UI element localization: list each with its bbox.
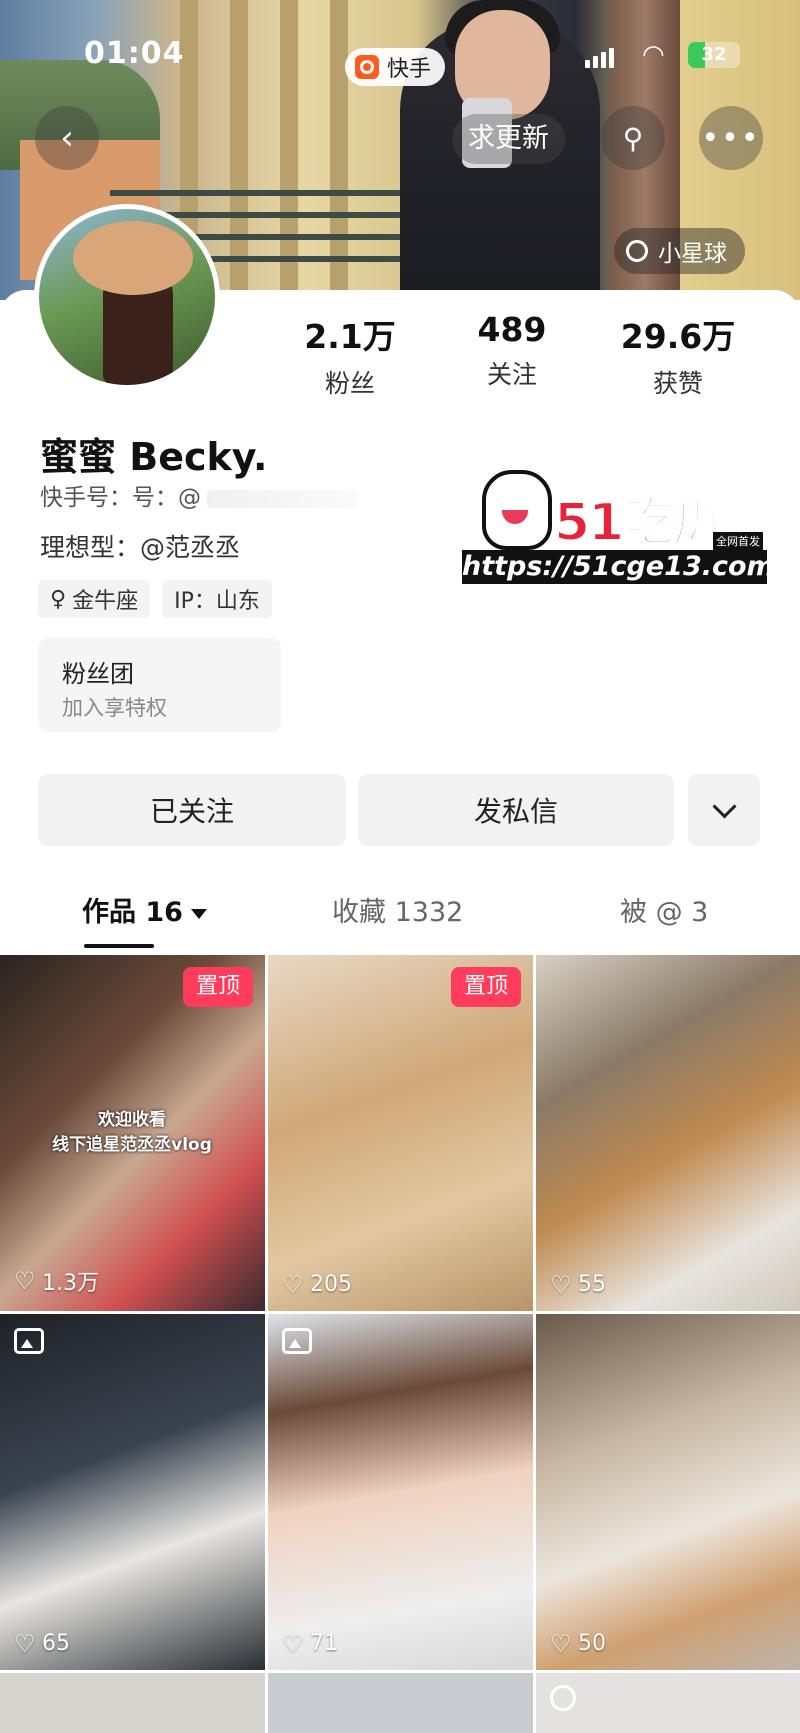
post-tile[interactable]: 65 bbox=[0, 1314, 265, 1670]
post-likes: 55 bbox=[550, 1271, 606, 1299]
fan-club-subtitle: 加入享特权 bbox=[62, 696, 167, 720]
post-tile[interactable] bbox=[268, 1673, 533, 1733]
post-overlay-text: 欢迎收看 线下追星范丞丞vlog bbox=[52, 1110, 212, 1155]
post-likes: 71 bbox=[282, 1630, 338, 1658]
likes-count: 55 bbox=[578, 1272, 606, 1297]
kuaishou-id[interactable]: 快手号：号：@ bbox=[40, 478, 357, 512]
post-likes: 205 bbox=[282, 1271, 352, 1299]
watermark-url: https://51cge13.com bbox=[462, 550, 775, 584]
more-button[interactable]: ••• bbox=[699, 106, 763, 170]
signal-icon bbox=[585, 46, 614, 68]
search-icon: ⚲ bbox=[622, 121, 644, 155]
more-options-button[interactable] bbox=[688, 774, 760, 846]
tab-active-indicator bbox=[84, 944, 154, 948]
watermark-tagline: 全网首发 bbox=[713, 532, 763, 550]
planet-icon bbox=[626, 240, 648, 262]
heart-icon bbox=[550, 1630, 572, 1658]
status-time: 01:04 bbox=[84, 36, 185, 71]
tag-zodiac: ♀ 金牛座 bbox=[38, 580, 151, 618]
kuaishou-id-label: 快手号： bbox=[40, 485, 132, 511]
content-tabs: 作品 16 收藏 1332 被 @ 3 bbox=[0, 890, 800, 950]
heart-icon bbox=[282, 1271, 304, 1299]
request-update-button[interactable]: 求更新 bbox=[452, 114, 565, 164]
female-icon: ♀ bbox=[50, 586, 67, 612]
likes-count: 50 bbox=[578, 1631, 606, 1656]
kuaishou-id-value: 号：@ bbox=[132, 485, 201, 511]
heart-icon bbox=[14, 1630, 36, 1658]
post-tile[interactable] bbox=[0, 1673, 265, 1733]
post-tile[interactable]: 置顶 205 bbox=[268, 955, 533, 1311]
app-badge[interactable]: 快手 bbox=[345, 48, 446, 86]
tag-label: IP：山东 bbox=[174, 589, 260, 614]
likes-count: 71 bbox=[310, 1631, 338, 1656]
post-tile[interactable]: 71 bbox=[268, 1314, 533, 1670]
back-button[interactable]: ‹ bbox=[35, 106, 99, 170]
profile-tags: ♀ 金牛座 IP：山东 bbox=[38, 580, 272, 618]
stat-value: 29.6万 bbox=[620, 317, 736, 356]
chevron-left-icon: ‹ bbox=[60, 118, 74, 158]
planet-button[interactable]: 小星球 bbox=[614, 228, 745, 274]
watermark: 51吃瓜 全网首发 https://51cge13.com bbox=[462, 470, 775, 585]
live-photo-icon bbox=[550, 1685, 576, 1711]
tag-label: 金牛座 bbox=[72, 589, 139, 614]
post-likes: 65 bbox=[14, 1630, 70, 1658]
image-post-icon bbox=[282, 1328, 312, 1354]
profile-name: 蜜蜜 Becky. bbox=[40, 435, 268, 479]
post-tile[interactable] bbox=[536, 1673, 800, 1733]
stat-label: 关注 bbox=[486, 360, 537, 389]
planet-label: 小星球 bbox=[658, 241, 727, 267]
avatar[interactable] bbox=[34, 204, 220, 390]
tab-mentioned[interactable]: 被 @ 3 bbox=[620, 890, 708, 929]
followed-button[interactable]: 已关注 bbox=[38, 774, 346, 846]
post-tile[interactable]: 置顶 欢迎收看 线下追星范丞丞vlog 1.3万 bbox=[0, 955, 265, 1311]
post-likes: 1.3万 bbox=[14, 1265, 99, 1297]
image-post-icon bbox=[14, 1328, 44, 1354]
status-bar: 01:04 快手 ◠ 32 bbox=[0, 30, 800, 86]
chevron-down-icon bbox=[711, 793, 737, 819]
fan-club-title: 粉丝团 bbox=[62, 660, 134, 688]
stat-likes[interactable]: 29.6万 获赞 bbox=[598, 310, 758, 400]
stat-label: 粉丝 bbox=[324, 369, 375, 398]
wifi-icon: ◠ bbox=[642, 40, 665, 70]
battery-icon: 32 bbox=[688, 42, 740, 68]
pinned-badge: 置顶 bbox=[451, 967, 521, 1007]
stat-value: 489 bbox=[477, 310, 547, 349]
watermark-brand: 51吃瓜 bbox=[553, 492, 725, 554]
tab-works[interactable]: 作品 16 bbox=[82, 890, 207, 929]
post-likes: 50 bbox=[550, 1630, 606, 1658]
battery-level: 32 bbox=[701, 44, 727, 65]
post-tile[interactable]: 55 bbox=[536, 955, 800, 1311]
tab-label: 作品 16 bbox=[82, 897, 183, 928]
app-name: 快手 bbox=[387, 57, 432, 82]
fan-club-card[interactable]: 粉丝团 加入享特权 bbox=[38, 638, 281, 732]
ideal-type: 理想型：@范丞丞 bbox=[40, 533, 241, 562]
stat-following[interactable]: 489 关注 bbox=[432, 310, 592, 391]
mascot-logo-icon bbox=[482, 470, 552, 550]
likes-count: 1.3万 bbox=[42, 1271, 99, 1296]
stat-value: 2.1万 bbox=[304, 317, 396, 356]
pinned-badge: 置顶 bbox=[183, 967, 253, 1007]
more-dots-icon: ••• bbox=[701, 120, 761, 156]
stat-followers[interactable]: 2.1万 粉丝 bbox=[270, 310, 430, 400]
likes-count: 205 bbox=[310, 1272, 352, 1297]
likes-count: 65 bbox=[42, 1631, 70, 1656]
tag-ip: IP：山东 bbox=[162, 580, 272, 618]
heart-icon bbox=[14, 1267, 36, 1295]
heart-icon bbox=[282, 1630, 304, 1658]
post-tile[interactable]: 50 bbox=[536, 1314, 800, 1670]
tab-favorites[interactable]: 收藏 1332 bbox=[332, 890, 463, 929]
search-button[interactable]: ⚲ bbox=[601, 106, 665, 170]
heart-icon bbox=[550, 1271, 572, 1299]
caret-down-icon bbox=[190, 908, 207, 919]
send-message-button[interactable]: 发私信 bbox=[358, 774, 674, 846]
stat-label: 获赞 bbox=[652, 369, 703, 398]
kuaishou-logo-icon bbox=[355, 55, 379, 79]
